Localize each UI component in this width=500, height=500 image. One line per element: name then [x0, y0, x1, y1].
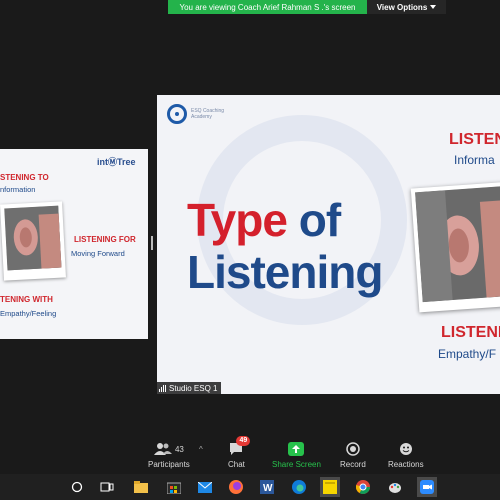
brand-logo: intⓂTree — [97, 157, 136, 167]
signal-icon — [159, 384, 166, 392]
listening-to-sub: nformation — [0, 185, 36, 194]
reactions-icon — [399, 443, 412, 455]
viewing-screen-message: You are viewing Coach Arief Rahman S .'s… — [168, 0, 367, 14]
participants-button[interactable]: 43 Participants — [148, 441, 190, 469]
ear-image-large — [415, 185, 500, 303]
meeting-controls: 43 Participants 49 Chat Share Screen Rec… — [0, 436, 500, 473]
participants-icon — [153, 443, 172, 455]
chevron-down-icon — [430, 5, 437, 9]
logo-line2: Academy — [191, 114, 212, 120]
share-screen-button[interactable]: Share Screen — [272, 441, 321, 469]
participants-label: Participants — [148, 460, 190, 469]
listening-with-sub: Empathy/Feeling — [0, 309, 57, 318]
participants-caret-icon[interactable]: ^ — [199, 445, 203, 454]
zoom-app-icon[interactable] — [417, 477, 437, 497]
resize-handle[interactable] — [151, 236, 153, 250]
listening-to-title: STENING TO — [0, 173, 49, 182]
svg-text:W: W — [263, 483, 273, 494]
presenter-name-label: Studio ESQ 1 — [157, 382, 222, 394]
slide-title-line2: Listening — [187, 246, 383, 298]
reactions-label: Reactions — [388, 460, 424, 469]
reactions-button[interactable]: Reactions — [388, 441, 424, 469]
participants-count: 43 — [174, 444, 184, 454]
logo-mark — [167, 104, 187, 124]
firefox-icon[interactable] — [226, 477, 246, 497]
edge-icon[interactable] — [289, 477, 309, 497]
view-options-label: View Options — [376, 2, 428, 12]
chat-label: Chat — [228, 460, 245, 469]
word-icon[interactable]: W — [257, 477, 277, 497]
listening-to-heading: LISTENING — [449, 131, 500, 148]
sticky-notes-icon[interactable] — [320, 477, 340, 497]
record-icon — [346, 442, 360, 456]
presenter-name: Studio ESQ 1 — [169, 383, 218, 393]
zoom-meeting-window: You are viewing Coach Arief Rahman S .'s… — [0, 0, 500, 500]
logo-text: ESQ Coaching Academy — [191, 108, 224, 120]
chat-button[interactable]: 49 Chat — [228, 436, 251, 469]
listening-for-title: LISTENING FOR — [74, 235, 136, 244]
ear-image — [4, 205, 62, 271]
paint-icon[interactable] — [385, 477, 405, 497]
shared-screen[interactable]: ESQ Coaching Academy Type of Listening L… — [157, 95, 500, 394]
slide-title-line1: Type of — [187, 194, 341, 246]
title-word-type: Type — [187, 194, 288, 246]
listening-with-title: TENING WITH — [0, 295, 53, 304]
taskbar: W — [0, 474, 500, 500]
chat-badge: 49 — [236, 436, 251, 446]
title-word-of: of — [298, 194, 341, 246]
ear-photo — [0, 201, 66, 281]
share-screen-icon — [288, 442, 305, 456]
search-circle-icon[interactable] — [67, 477, 87, 497]
mail-icon[interactable] — [195, 477, 215, 497]
chrome-icon[interactable] — [353, 477, 373, 497]
listening-for-sub: Moving Forward — [71, 249, 125, 258]
file-explorer-icon[interactable] — [131, 477, 151, 497]
listening-to-subtext: Informa — [454, 153, 495, 167]
esq-logo: ESQ Coaching Academy — [167, 104, 224, 124]
listening-with-subtext: Empathy/F — [438, 347, 497, 361]
share-screen-label: Share Screen — [272, 460, 321, 469]
record-label: Record — [340, 460, 366, 469]
listening-with-heading: LISTENIN — [441, 324, 500, 341]
participant-video-tile[interactable]: intⓂTree STENING TO nformation LISTENING… — [0, 149, 148, 339]
task-view-icon[interactable] — [97, 477, 117, 497]
ear-photo-large — [410, 181, 500, 313]
view-options-button[interactable]: View Options — [367, 0, 446, 14]
store-icon[interactable] — [164, 477, 184, 497]
record-button[interactable]: Record — [340, 441, 366, 469]
screen-share-banner: You are viewing Coach Arief Rahman S .'s… — [168, 0, 446, 14]
